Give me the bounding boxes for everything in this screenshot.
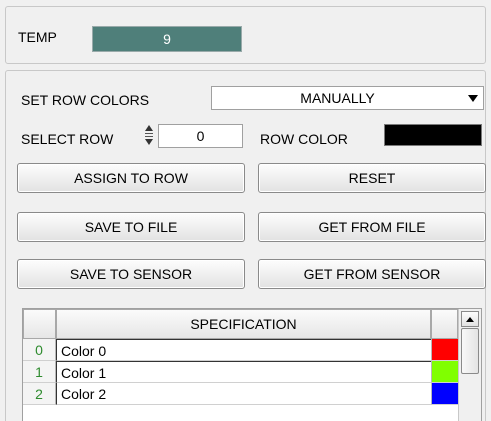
- select-row-input[interactable]: 0: [158, 124, 243, 148]
- table-corner-header: [23, 309, 56, 339]
- select-row-label: SELECT ROW: [21, 131, 114, 147]
- set-row-colors-value: MANUALLY: [300, 90, 375, 106]
- get-from-sensor-button[interactable]: GET FROM SENSOR: [258, 259, 486, 289]
- specification-column-header[interactable]: SPECIFICATION: [56, 309, 431, 339]
- reset-button[interactable]: RESET: [258, 163, 486, 193]
- select-row-spinner[interactable]: [143, 122, 155, 148]
- table-row-color[interactable]: [431, 339, 458, 361]
- assign-to-row-button[interactable]: ASSIGN TO ROW: [17, 163, 245, 193]
- table-row-name[interactable]: Color 2: [56, 383, 431, 405]
- set-row-colors-select[interactable]: MANUALLY: [211, 86, 484, 110]
- chevron-up-icon[interactable]: [466, 316, 474, 322]
- spinner-arrows-icon[interactable]: [144, 123, 154, 147]
- table-row-number: 2: [23, 383, 56, 405]
- table-scrollbar[interactable]: [458, 309, 481, 421]
- table-row-number: 0: [23, 339, 56, 361]
- temp-value-display: 9: [92, 26, 242, 52]
- specification-table: SPECIFICATION 0 Color 0 1 Color 1 2 Colo…: [22, 308, 482, 421]
- temp-panel: TEMP 9: [5, 6, 486, 64]
- table-row-number: 1: [23, 361, 56, 383]
- table-row-name[interactable]: Color 1: [56, 361, 431, 383]
- temp-label: TEMP: [18, 29, 57, 45]
- save-to-sensor-button[interactable]: SAVE TO SENSOR: [17, 259, 245, 289]
- row-color-label: ROW COLOR: [260, 131, 348, 147]
- table-row-color[interactable]: [431, 383, 458, 405]
- get-from-file-button[interactable]: GET FROM FILE: [258, 212, 486, 242]
- scroll-up-button[interactable]: [461, 311, 479, 327]
- row-color-swatch[interactable]: [384, 124, 482, 146]
- table-row-color[interactable]: [431, 361, 458, 383]
- save-to-file-button[interactable]: SAVE TO FILE: [17, 212, 245, 242]
- set-row-colors-label: SET ROW COLORS: [21, 92, 150, 108]
- chevron-down-icon[interactable]: [463, 87, 483, 109]
- row-color-panel: SET ROW COLORS MANUALLY SELECT ROW 0 ROW…: [5, 70, 486, 421]
- scroll-thumb[interactable]: [461, 328, 479, 374]
- color-column-header: [431, 309, 458, 339]
- table-row-name[interactable]: Color 0: [56, 339, 431, 361]
